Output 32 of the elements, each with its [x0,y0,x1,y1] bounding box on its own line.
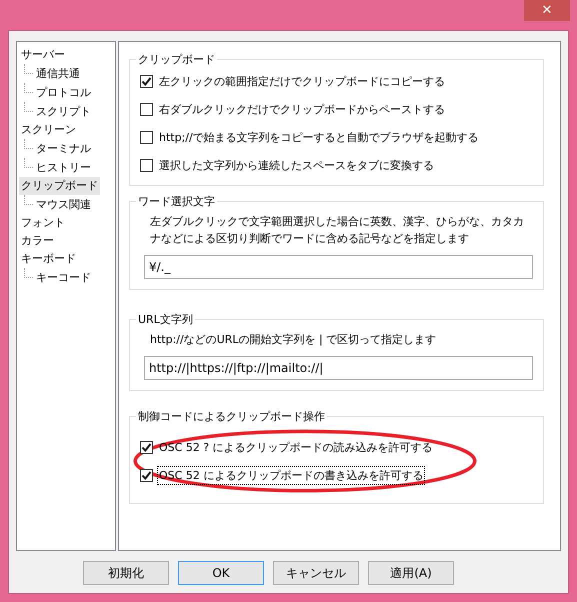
description-text: 左ダブルクリックで文字範囲選択した場合に英数、漢字、ひらがな、カタカナなどによる区切り判断でワードに含める記号などを指定します [150,214,525,247]
checkbox-label[interactable]: OSC 52 によるクリップボードの書き込みを許可する [157,466,426,484]
checkbox-label[interactable]: 左クリックの範囲指定だけでクリップボードにコピーする [157,72,447,90]
tree-item[interactable]: マウス関連 [34,196,93,214]
checkbox-label[interactable]: 右ダブルクリックだけでクリップボードからペーストする [157,100,447,118]
input-field[interactable]: ¥/._ [144,255,533,279]
group-title: 制御コードによるクリップボード操作 [137,409,326,424]
checkbox-label[interactable]: http;//で始まる文字列をコピーすると自動でブラウザを起動する [157,128,481,146]
tree-item[interactable]: キーコード [34,268,93,286]
dialog-button[interactable]: 適用(A) [368,561,454,585]
tree-item[interactable]: クリップボード [19,177,100,195]
tree-item[interactable]: スクリプト [34,102,93,120]
tree-item[interactable]: ヒストリー [34,158,93,176]
tree-item[interactable]: キーボード [19,250,78,268]
tree-item[interactable]: スクリーン [19,121,78,139]
tree-item[interactable]: サーバー [19,46,67,64]
tree-item[interactable]: プロトコル [34,84,93,102]
dialog-button[interactable]: 初期化 [83,561,169,585]
input-field[interactable]: http://|https://|ftp://|mailto://| [144,356,533,380]
dialog-button[interactable]: OK [178,561,264,585]
group-title: ワード選択文字 [137,194,216,209]
tree-item[interactable]: フォント [19,214,67,232]
tree-item[interactable]: 通信共通 [34,64,82,82]
description-text: http://などのURLの開始文字列を | で区切って指定します [150,332,438,348]
group-title: URL文字列 [137,312,194,327]
checkbox-label[interactable]: 選択した文字列から連続したスペースをタブに変換する [157,156,436,174]
group-title: クリップボード [137,52,216,67]
checkbox-label[interactable]: OSC 52 ? によるクリップボードの読み込みを許可する [157,438,435,456]
close-button[interactable]: ✕ [524,0,570,21]
tree-item[interactable]: カラー [19,232,56,250]
tree-item[interactable]: ターミナル [34,140,93,158]
dialog-button[interactable]: キャンセル [273,561,359,585]
